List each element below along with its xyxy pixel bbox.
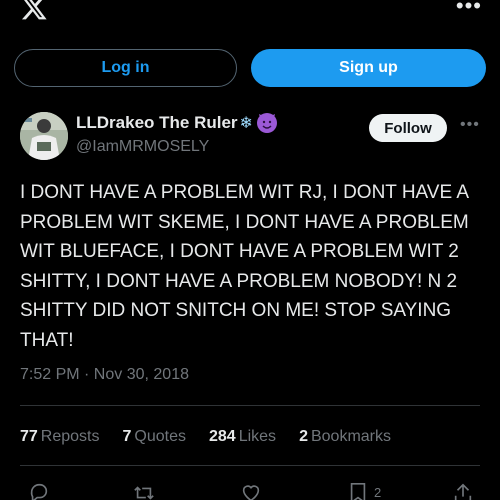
quotes-count: 7 [122,428,132,445]
reposts-label: Reposts [40,428,100,445]
bookmarks-stat[interactable]: 2 Bookmarks [299,428,391,446]
snowflake-emoji: ❄ [239,115,253,132]
author-handle[interactable]: @IamMRMOSELY [76,138,277,156]
reposts-stat[interactable]: 77 Reposts [20,428,100,446]
likes-stat[interactable]: 284 Likes [209,428,276,446]
x-logo[interactable] [20,0,48,22]
tweet-more-icon[interactable]: ••• [460,116,480,134]
likes-count: 284 [209,428,236,445]
heart-icon[interactable] [240,482,262,500]
bookmarks-count: 2 [299,428,308,445]
bookmark-action-count: 2 [374,485,382,500]
action-bar: 2 [0,482,500,500]
tweet-text: I DONT HAVE A PROBLEM WIT RJ, I DONT HAV… [20,182,469,351]
follow-button[interactable]: Follow [369,114,447,142]
signup-button[interactable]: Sign up [251,49,486,87]
avatar[interactable] [20,112,68,160]
author-info: LLDrakeo The Ruler ❄ @IamMRMOSELY [76,113,277,156]
tweet-timestamp[interactable]: 7:52 PM · Nov 30, 2018 [20,366,189,384]
reposts-count: 77 [20,428,38,445]
author-display-name[interactable]: LLDrakeo The Ruler [76,113,238,133]
bookmarks-label: Bookmarks [310,428,391,445]
share-icon[interactable] [452,482,474,500]
more-dots-icon[interactable]: ••• [456,0,482,17]
auth-buttons: Log in Sign up [14,49,486,87]
author-display-name-row[interactable]: LLDrakeo The Ruler ❄ [76,113,277,133]
quotes-label: Quotes [134,428,186,445]
engagement-stats: 77 Reposts 7 Quotes 284 Likes 2 Bookmarks [20,428,414,446]
divider [20,465,480,466]
login-button[interactable]: Log in [14,49,237,87]
repost-icon[interactable] [132,482,156,500]
reply-icon[interactable] [28,482,50,500]
quotes-stat[interactable]: 7 Quotes [123,428,187,446]
top-bar: ••• [0,0,500,28]
bookmark-icon[interactable]: 2 [348,482,381,500]
divider [20,405,480,406]
likes-label: Likes [238,428,277,445]
smiling-devil-emoji [256,113,277,133]
